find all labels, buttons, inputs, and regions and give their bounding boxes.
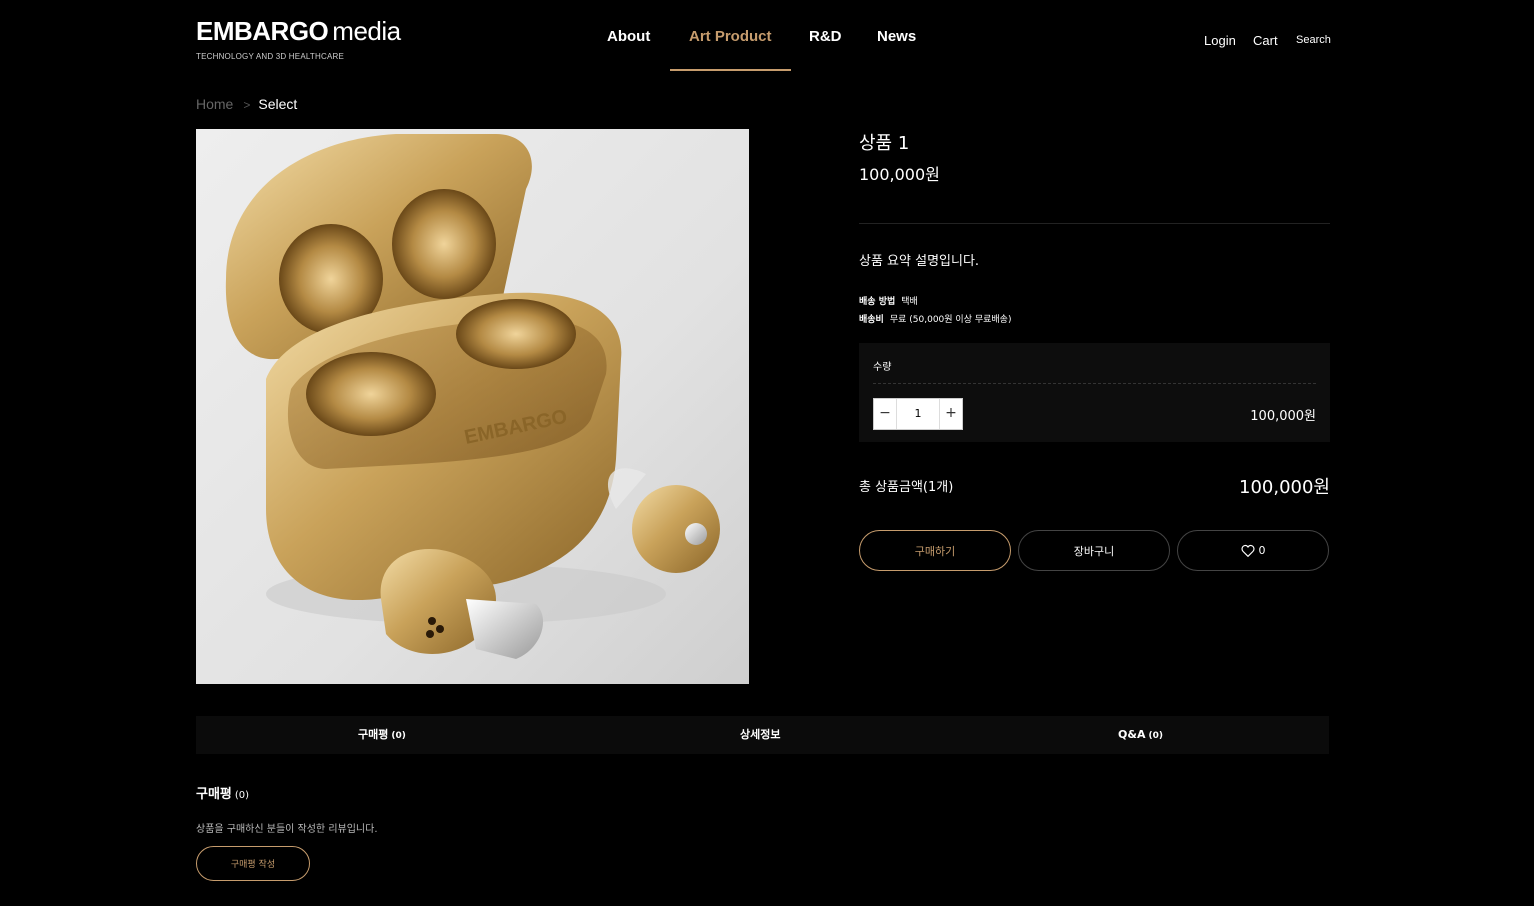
cart-link[interactable]: Cart bbox=[1253, 33, 1278, 48]
site-header: EMBARGO media TECHNOLOGY AND 3D HEALTHCAR… bbox=[0, 0, 1534, 72]
quantity-input[interactable]: 1 bbox=[896, 399, 940, 429]
nav-active-indicator bbox=[670, 69, 791, 71]
nav-rnd[interactable]: R&D bbox=[809, 28, 842, 71]
nav-news[interactable]: News bbox=[877, 28, 916, 71]
breadcrumb: Home > Select bbox=[196, 96, 297, 112]
tab-qna[interactable]: Q&A (0) bbox=[1118, 716, 1163, 754]
review-title-label: 구매평 bbox=[196, 787, 232, 802]
breadcrumb-current: Select bbox=[258, 96, 298, 112]
review-count: (0) bbox=[234, 790, 250, 801]
tab-reviews-label: 구매평 bbox=[358, 728, 389, 741]
product-name: 상품 1 bbox=[859, 133, 910, 154]
quantity-decrease-button[interactable]: − bbox=[874, 399, 896, 429]
breadcrumb-home[interactable]: Home bbox=[196, 96, 233, 112]
quantity-increase-button[interactable]: + bbox=[940, 399, 962, 429]
search-link[interactable]: Search bbox=[1296, 34, 1331, 46]
product-tabs: 구매평 (0) 상세정보 Q&A (0) bbox=[196, 716, 1329, 754]
review-section-title: 구매평 (0) bbox=[196, 783, 249, 802]
info-divider bbox=[859, 223, 1330, 224]
heart-icon bbox=[1240, 544, 1255, 557]
shipping-method-value: 택배 bbox=[901, 297, 918, 307]
nav-art-product[interactable]: Art Product bbox=[689, 28, 772, 71]
nav-about[interactable]: About bbox=[607, 28, 650, 71]
gold-earbuds-case-photo: EMBARGO bbox=[225, 134, 720, 659]
tab-reviews-count: (0) bbox=[391, 731, 406, 741]
tab-reviews[interactable]: 구매평 (0) bbox=[358, 716, 406, 754]
shipping-fee-label: 배송비 bbox=[859, 315, 884, 325]
write-review-button[interactable]: 구매평 작성 bbox=[196, 846, 310, 881]
quantity-label: 수량 bbox=[873, 362, 892, 373]
login-link[interactable]: Login bbox=[1204, 33, 1236, 48]
quantity-subtotal: 100,000원 bbox=[1250, 409, 1316, 424]
quantity-box: 수량 − 1 + 100,000원 bbox=[859, 343, 1330, 442]
tab-qna-count: (0) bbox=[1148, 731, 1163, 741]
review-description: 상품을 구매하신 분들이 작성한 리뷰입니다. bbox=[196, 824, 378, 835]
tab-qna-label: Q&A bbox=[1118, 728, 1146, 741]
shipping-fee: 배송비 무료 (50,000원 이상 무료배송) bbox=[859, 312, 1011, 325]
tab-details[interactable]: 상세정보 bbox=[740, 716, 780, 754]
chevron-right-icon: > bbox=[243, 98, 251, 112]
total-value: 100,000원 bbox=[1239, 477, 1330, 498]
tab-details-label: 상세정보 bbox=[740, 728, 781, 741]
buy-button[interactable]: 구매하기 bbox=[859, 530, 1011, 571]
quantity-divider bbox=[873, 383, 1316, 384]
product-image: EMBARGO bbox=[196, 129, 749, 684]
quantity-stepper: − 1 + bbox=[873, 398, 963, 430]
wishlist-count: 0 bbox=[1258, 544, 1266, 557]
total-label: 총 상품금액(1개) bbox=[859, 480, 954, 495]
product-summary: 상품 요약 설명입니다. bbox=[859, 254, 980, 269]
wishlist-button[interactable]: 0 bbox=[1177, 530, 1329, 571]
product-price: 100,000원 bbox=[859, 165, 940, 184]
shipping-method-label: 배송 방법 bbox=[859, 297, 896, 307]
shipping-method: 배송 방법 택배 bbox=[859, 294, 918, 307]
add-to-cart-button[interactable]: 장바구니 bbox=[1018, 530, 1170, 571]
shipping-fee-value: 무료 (50,000원 이상 무료배송) bbox=[889, 315, 1012, 325]
